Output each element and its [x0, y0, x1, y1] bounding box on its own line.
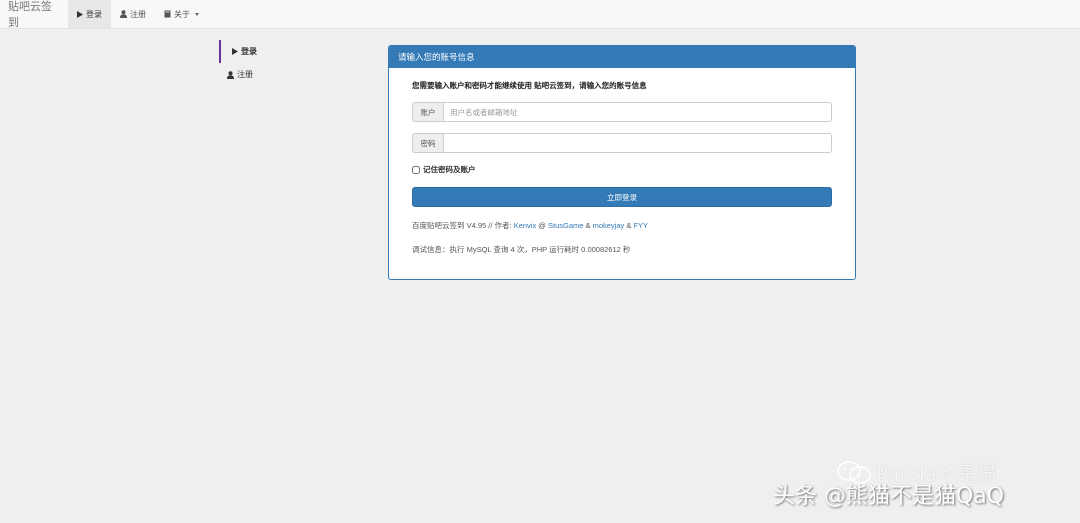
account-input[interactable]: [443, 102, 832, 122]
sidebar-item-register[interactable]: 注册: [219, 63, 339, 86]
password-input[interactable]: [443, 133, 832, 153]
account-addon: 账户: [412, 102, 443, 122]
version-footer: 百度贴吧云签到 V4.95 // 作者: Kenvix @ StusGame &…: [412, 220, 832, 231]
author-link-stusgame[interactable]: StusGame: [548, 221, 583, 230]
caret-down-icon: [195, 12, 199, 16]
nav-item-label: 关于: [174, 9, 190, 19]
panel-body: 您需要输入账户和密码才能继续使用 贴吧云签到，请输入您的账号信息 账户 密码 记…: [389, 68, 855, 255]
remember-label: 记住密码及账户: [423, 165, 476, 174]
sidebar-item-login[interactable]: 登录: [219, 40, 339, 63]
version-text: 百度贴吧云签到 V4.95 // 作者:: [412, 221, 514, 230]
login-notice: 您需要输入账户和密码才能继续使用 贴吧云签到，请输入您的账号信息: [412, 81, 647, 90]
sidebar: 登录 注册: [219, 40, 339, 86]
brand-logo[interactable]: 贴吧云签到: [0, 0, 68, 29]
book-icon: [164, 10, 171, 18]
separator-text: &: [583, 221, 593, 230]
debug-info: 调试信息：执行 MySQL 查询 4 次，PHP 运行耗时 0.00082612…: [412, 245, 631, 254]
nav-item-about[interactable]: 关于: [155, 0, 208, 28]
nav-item-register[interactable]: 注册: [111, 0, 155, 28]
play-icon: [77, 10, 83, 18]
author-link-mokeyjay[interactable]: mokeyjay: [593, 221, 625, 230]
nav-item-label: 注册: [130, 9, 146, 19]
nav-item-label: 登录: [86, 9, 102, 19]
sidebar-item-label: 注册: [237, 70, 253, 79]
password-input-group: 密码: [412, 133, 832, 153]
user-icon: [227, 70, 234, 79]
play-icon: [232, 48, 238, 55]
author-link-fyy[interactable]: FYY: [633, 221, 648, 230]
remember-checkbox[interactable]: [412, 165, 420, 174]
login-panel: 请输入您的账号信息 您需要输入账户和密码才能继续使用 贴吧云签到，请输入您的账号…: [388, 45, 856, 280]
panel-heading: 请输入您的账号信息: [389, 46, 855, 68]
login-submit-button[interactable]: 立即登录: [412, 187, 832, 207]
watermark-bottom: 头条 @熊猫不是猫QaQ: [773, 484, 1005, 509]
user-icon: [120, 10, 127, 18]
password-addon: 密码: [412, 133, 443, 153]
author-link-kenvix[interactable]: Kenvix: [514, 221, 537, 230]
sidebar-item-label: 登录: [241, 47, 257, 56]
top-navbar: 贴吧云签到 登录 注册 关于: [0, 0, 1080, 29]
nav-item-login[interactable]: 登录: [68, 0, 111, 28]
account-input-group: 账户: [412, 102, 832, 122]
remember-row[interactable]: 记住密码及账户: [412, 164, 832, 175]
separator-text: @: [536, 221, 548, 230]
